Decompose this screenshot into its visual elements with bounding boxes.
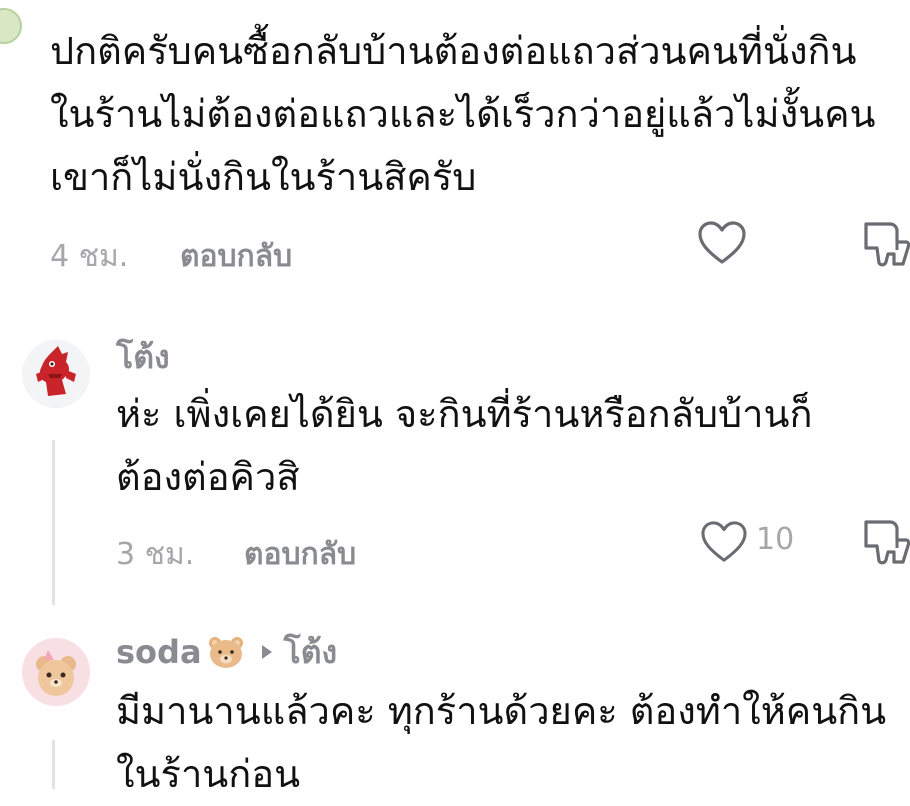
reply-to-username[interactable]: โต้ง [284, 627, 338, 678]
reply-button[interactable]: ตอบกลับ [244, 531, 356, 578]
comment-text: ปกติครับคนซื้อกลับบ้านต้องต่อแถวส่วนคนที… [50, 29, 876, 199]
reply-header: soda โต้ง [116, 630, 337, 674]
reply-timestamp: 3 ชม. [116, 537, 195, 572]
avatar[interactable] [22, 638, 90, 706]
thread-line [52, 440, 55, 605]
thumbs-down-icon[interactable] [862, 220, 910, 270]
heart-outline-icon[interactable] [700, 520, 748, 564]
comment-timestamp: 4 ชม. [50, 239, 129, 274]
reply-button[interactable]: ตอบกลับ [180, 233, 292, 280]
reply-text: มีมานานแล้วคะ ทุกร้านด้วยคะ ต้องทำให้คนก… [116, 689, 887, 796]
like-count: 10 [756, 522, 795, 557]
username[interactable]: โต้ง [116, 332, 170, 383]
top-comment-avatar[interactable] [0, 8, 22, 44]
thumbs-down-icon[interactable] [862, 518, 910, 568]
avatar[interactable] [22, 340, 90, 408]
username[interactable]: soda [116, 633, 202, 671]
reply-text: ห่ะ เพิ่งเคยได้ยิน จะกินที่ร้านหรือกลับบ… [116, 392, 813, 499]
bear-face-emoji [206, 634, 246, 670]
heart-outline-icon[interactable] [697, 220, 747, 266]
bear-avatar-image [22, 638, 90, 706]
mascot-avatar-image [22, 340, 90, 408]
thread-line [52, 740, 55, 789]
triangle-right-icon [260, 643, 274, 661]
